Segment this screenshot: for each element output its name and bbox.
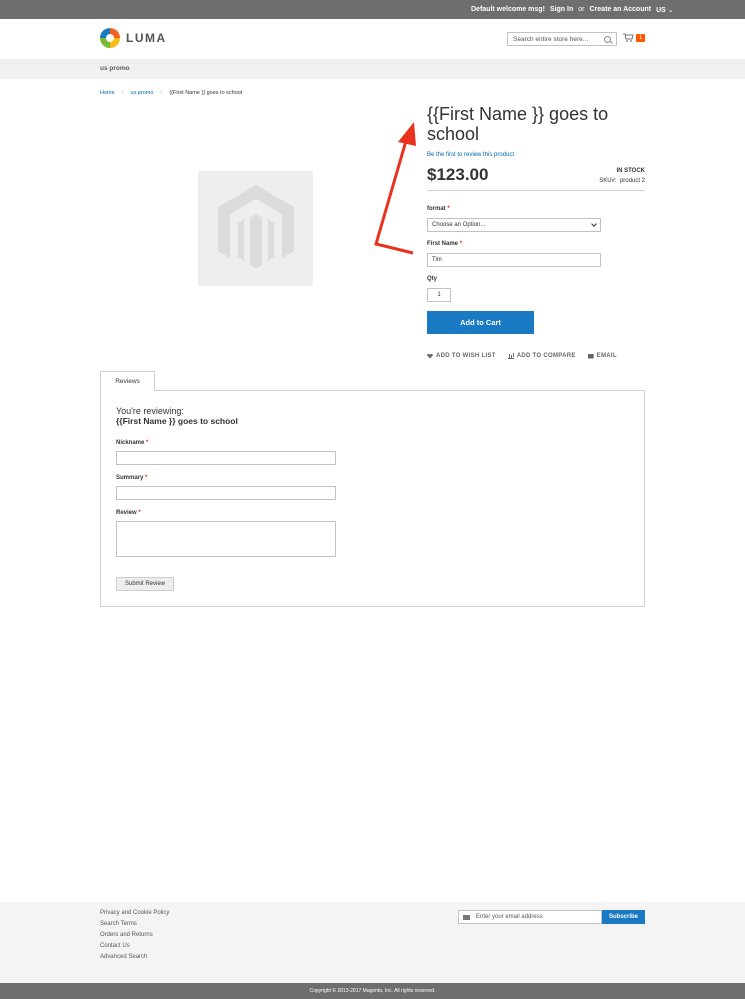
required-mark: * — [459, 241, 463, 247]
tab-reviews[interactable]: Reviews — [100, 371, 155, 391]
chevron-down-icon — [591, 221, 597, 227]
stock-status: IN STOCK — [616, 168, 645, 174]
create-account-link[interactable]: Create an Account — [590, 6, 652, 13]
chevron-down-icon: ⌄ — [667, 6, 674, 14]
summary-label: Summary * — [116, 475, 147, 481]
wishlist-label: ADD TO WISH LIST — [436, 353, 496, 359]
nickname-field[interactable] — [116, 451, 336, 465]
footer-link-contact[interactable]: Contact Us — [100, 943, 169, 949]
magento-placeholder-icon — [217, 184, 294, 269]
add-to-wishlist-link[interactable]: ADD TO WISH LIST — [427, 353, 496, 359]
product-price: $123.00 — [427, 165, 489, 184]
required-mark: * — [447, 206, 450, 212]
envelope-icon — [463, 914, 470, 920]
email-link[interactable]: EMAIL — [587, 353, 617, 359]
qty-value: 1 — [437, 292, 441, 298]
newsletter-placeholder: Enter your email address — [476, 914, 543, 920]
header: LUMA Search entire store here... 1 — [0, 19, 745, 59]
nickname-label-text: Nickname — [116, 440, 145, 446]
breadcrumb-current: {{First Name }} goes to school — [169, 90, 243, 96]
footer-links: Privacy and Cookie Policy Search Terms O… — [100, 910, 169, 960]
sign-in-link[interactable]: Sign In — [550, 6, 573, 13]
first-name-label-text: First Name — [427, 241, 459, 247]
logo-text: LUMA — [126, 31, 167, 45]
newsletter-email-field[interactable]: Enter your email address — [458, 910, 602, 924]
reviewing-product-name: {{First Name }} goes to school — [116, 416, 238, 426]
first-name-value: Tim — [432, 257, 442, 263]
envelope-icon — [587, 353, 594, 359]
email-label: EMAIL — [596, 353, 617, 359]
or-text: or — [578, 6, 585, 13]
compare-label: ADD TO COMPARE — [516, 353, 576, 359]
format-label-text: format — [427, 206, 446, 212]
review-label-text: Review — [116, 510, 137, 516]
luma-logo-icon — [100, 28, 120, 48]
product-title: {{First Name }} goes to school — [427, 104, 609, 144]
summary-field[interactable] — [116, 486, 336, 500]
breadcrumb-separator: › — [121, 90, 124, 96]
first-review-link[interactable]: Be the first to review this product — [427, 152, 514, 158]
required-mark: * — [138, 510, 141, 516]
footer-link-advanced-search[interactable]: Advanced Search — [100, 954, 169, 960]
review-textarea[interactable] — [116, 521, 336, 557]
format-select[interactable]: Choose an Option... — [427, 218, 601, 232]
cart-count-badge: 1 — [636, 33, 646, 42]
minicart[interactable]: 1 — [623, 33, 646, 42]
top-links: Default welcome msg! Sign In or Create a… — [471, 0, 674, 19]
required-mark: * — [145, 475, 148, 481]
price-divider — [427, 190, 645, 191]
annotation-arrow — [374, 122, 416, 255]
top-bar: Default welcome msg! Sign In or Create a… — [0, 0, 745, 19]
search-input[interactable]: Search entire store here... — [507, 32, 617, 46]
welcome-message: Default welcome msg! — [471, 6, 545, 13]
cart-icon — [623, 33, 634, 42]
logo[interactable]: LUMA — [100, 28, 167, 48]
nav-item-us-promo[interactable]: us promo — [100, 65, 130, 72]
footer-link-privacy[interactable]: Privacy and Cookie Policy — [100, 910, 169, 916]
format-label: format * — [427, 206, 450, 212]
breadcrumb-separator: › — [160, 90, 163, 96]
region-label: US — [656, 6, 666, 14]
copyright: Copyright © 2013-2017 Magento, Inc. All … — [0, 983, 745, 999]
first-name-field[interactable]: Tim — [427, 253, 601, 267]
nickname-label: Nickname * — [116, 440, 148, 446]
footer-link-orders-returns[interactable]: Orders and Returns — [100, 932, 169, 938]
qty-field[interactable]: 1 — [427, 288, 451, 302]
first-name-label: First Name * — [427, 241, 462, 247]
summary-label-text: Summary — [116, 475, 144, 481]
main-nav: us promo — [0, 59, 745, 79]
search-icon[interactable] — [604, 35, 611, 43]
compare-icon — [507, 353, 514, 359]
search-placeholder: Search entire store here... — [513, 35, 589, 43]
heart-icon — [427, 353, 433, 359]
sku-label: SKU#: — [599, 178, 617, 184]
region-switcher[interactable]: US ⌄ — [656, 6, 674, 14]
breadcrumb-home[interactable]: Home — [100, 90, 115, 96]
add-to-compare-link[interactable]: ADD TO COMPARE — [507, 353, 576, 359]
breadcrumb-category[interactable]: us promo — [131, 90, 154, 96]
review-label: Review * — [116, 510, 141, 516]
breadcrumb: Home › us promo › {{First Name }} goes t… — [100, 90, 242, 96]
qty-label: Qty — [427, 276, 438, 282]
format-select-value: Choose an Option... — [432, 222, 486, 228]
sku: SKU#: product 2 — [599, 178, 645, 184]
submit-review-button[interactable]: Submit Review — [116, 577, 174, 591]
footer-link-search-terms[interactable]: Search Terms — [100, 921, 169, 927]
required-mark: * — [146, 440, 149, 446]
product-actions: ADD TO WISH LIST ADD TO COMPARE EMAIL — [427, 353, 617, 359]
add-to-cart-button[interactable]: Add to Cart — [427, 311, 534, 334]
subscribe-button[interactable]: Subscribe — [602, 910, 645, 924]
sku-value: product 2 — [619, 178, 645, 184]
product-image[interactable] — [198, 171, 313, 286]
reviewing-label: You're reviewing: — [116, 406, 184, 416]
